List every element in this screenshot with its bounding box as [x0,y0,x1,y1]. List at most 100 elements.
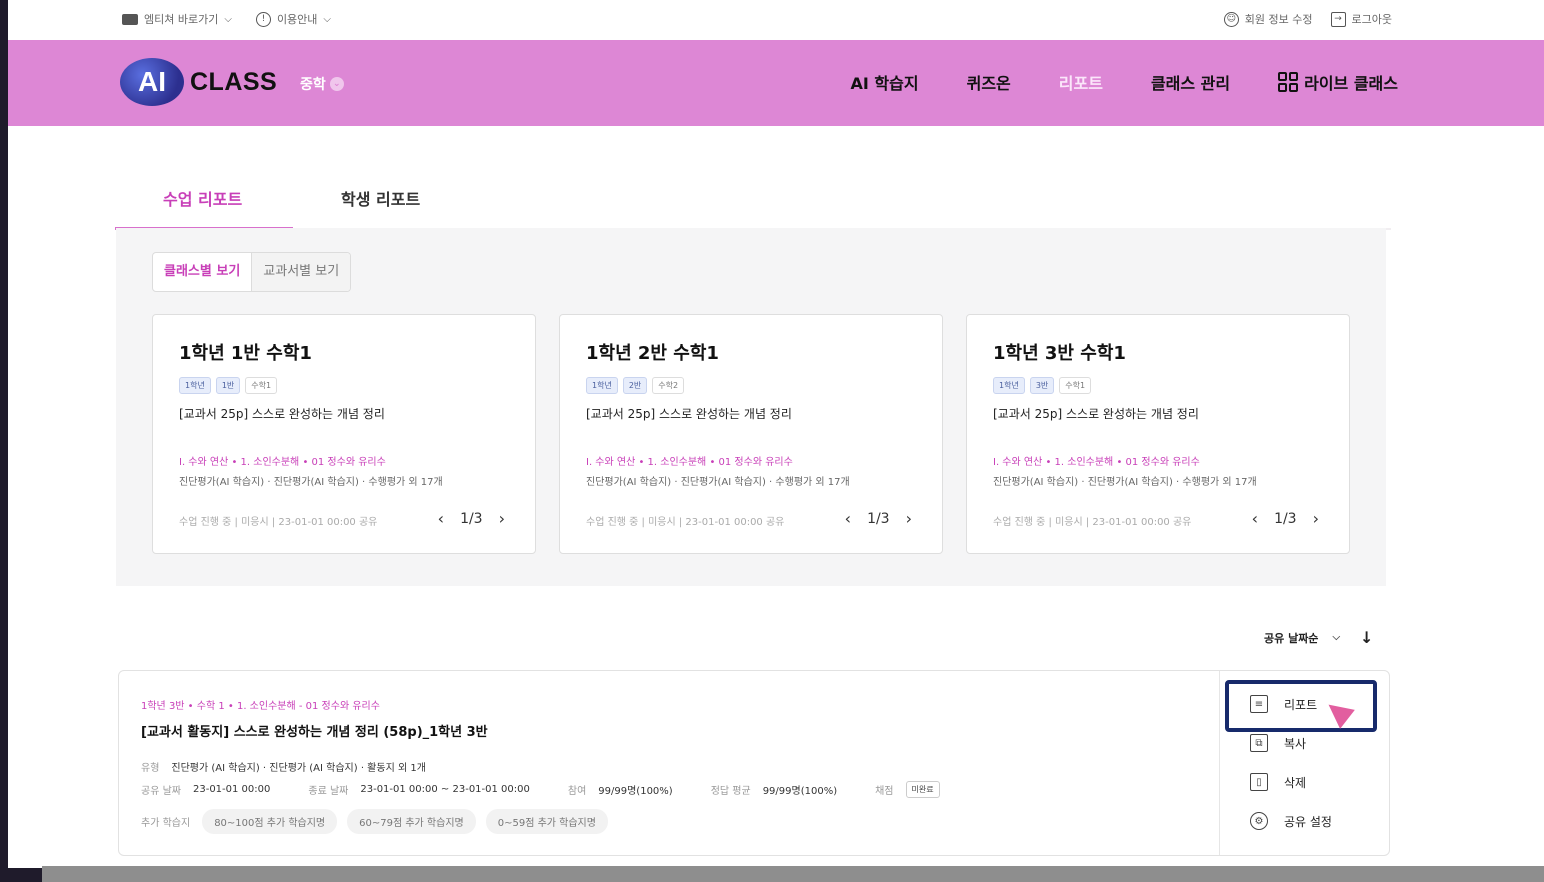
report-type-row: 유형 진단평가 (AI 학습지) · 진단평가 (AI 학습지) · 활동지 외… [141,759,426,774]
card-subtitle: [교과서 25p] 스스로 완성하는 개념 정리 [586,407,792,421]
logout-label: 로그아웃 [1351,13,1392,26]
card-assessment-types: 진단평가(AI 학습지) · 진단평가(AI 학습지) · 수행평가 외 17개 [179,477,443,488]
card-status: 수업 진행 중 | 미응시 | 23-01-01 00:00 공유 [179,517,378,528]
profile-edit-link[interactable]: ☺ 회원 정보 수정 [1223,11,1313,27]
report-title[interactable]: [교과서 활동지] 스스로 완성하는 개념 정리 (58p)_1학년 3반 [141,721,488,740]
average-label: 정답 평균 [710,786,751,797]
pager-label: 1/3 [1274,510,1297,527]
nav-quizon[interactable]: 퀴즈온 [967,70,1011,94]
card-pager: ‹ 1/3 › [1252,509,1319,528]
extra-worksheet-pill[interactable]: 60~79점 추가 학습지명 [347,809,476,834]
extra-worksheet-pill[interactable]: 80~100점 추가 학습지명 [202,809,338,834]
bottom-strip [42,866,1544,882]
tab-class-report[interactable]: 수업 리포트 [163,186,242,210]
report-path: 1학년 3반 • 수학 1 • 1. 소인수분해 - 01 정수와 유리수 [141,701,380,712]
shortcut-label: 엠티쳐 바로가기 [144,13,219,26]
card-title: 1학년 1반 수학1 [179,343,312,364]
report-meta-row: 공유 날짜 23-01-01 00:00 종료 날짜 23-01-01 00:0… [141,781,940,798]
live-grid-icon [1278,72,1299,92]
chevron-right-icon[interactable]: › [906,509,912,528]
logo-class-text: CLASS [190,67,278,96]
extra-worksheet-pill[interactable]: 0~59점 추가 학습지명 [485,809,608,834]
type-label: 유형 [141,763,160,774]
nav-report[interactable]: 리포트 [1059,70,1103,94]
share-settings-button[interactable]: ⚙ 공유 설정 [1250,812,1332,830]
card-tags: 1학년 3반 수학1 [993,377,1092,394]
report-list-item: 1학년 3반 • 수학 1 • 1. 소인수분해 - 01 정수와 유리수 [교… [118,670,1390,856]
main-nav: AI 학습지 퀴즈온 리포트 클래스 관리 라이브 클래스 [851,70,1398,94]
end-date-label: 종료 날짜 [308,786,349,797]
sort-dropdown[interactable]: 공유 날짜순 ⌵ ↓ [1264,628,1373,647]
class-tag: 3반 [1029,377,1055,394]
utility-bar: 엠티쳐 바로가기 ⌵ ! 이용안내 ⌵ ☺ 회원 정보 수정 → 로그아웃 [8,0,1544,40]
card-subtitle: [교과서 25p] 스스로 완성하는 개념 정리 [179,407,385,421]
view-by-textbook-button[interactable]: 교과서별 보기 [252,253,351,291]
type-value: 진단평가 (AI 학습지) · 진단평가 (AI 학습지) · 활동지 외 1개 [171,763,426,774]
report-tabs: 수업 리포트 학생 리포트 [115,178,1391,230]
class-card[interactable]: 1학년 3반 수학1 1학년 3반 수학1 [교과서 25p] 스스로 완성하는… [966,314,1350,554]
delete-button-label: 삭제 [1284,775,1307,790]
logout-link[interactable]: → 로그아웃 [1330,11,1392,27]
user-icon: ☺ [1223,11,1239,27]
utility-right: ☺ 회원 정보 수정 → 로그아웃 [1223,11,1392,27]
shortcut-dropdown[interactable]: 엠티쳐 바로가기 ⌵ [122,11,232,27]
info-icon: ! [255,11,271,27]
share-date-value: 23-01-01 00:00 [192,784,271,795]
subject-tag: 수학1 [245,377,278,394]
chevron-down-icon: ⌵ [323,13,332,25]
extra-worksheet-row: 추가 학습지 80~100점 추가 학습지명 60~79점 추가 학습지명 0~… [141,809,618,834]
chevron-left-icon[interactable]: ‹ [845,509,851,528]
card-pager: ‹ 1/3 › [438,509,505,528]
card-curriculum-path: Ⅰ. 수와 연산 • 1. 소인수분해 • 01 정수와 유리수 [179,457,386,468]
delete-button[interactable]: ▯ 삭제 [1250,773,1306,791]
copy-button[interactable]: ⧉ 복사 [1250,734,1306,752]
grade-tag: 1학년 [586,377,618,394]
class-card[interactable]: 1학년 2반 수학1 1학년 2반 수학2 [교과서 25p] 스스로 완성하는… [559,314,943,554]
copy-button-label: 복사 [1284,736,1307,751]
view-by-class-button[interactable]: 클래스별 보기 [153,253,253,291]
view-toggle: 클래스별 보기 교과서별 보기 [152,252,352,292]
subject-tag: 수학1 [1059,377,1092,394]
grading-label: 채점 [875,786,894,797]
nav-live-class[interactable]: 라이브 클래스 [1278,70,1398,94]
nav-live-class-label: 라이브 클래스 [1304,74,1398,93]
class-tag: 2반 [622,377,648,394]
chevron-down-icon: ⌵ [224,13,232,25]
end-date-value: 23-01-01 00:00 ~ 23-01-01 00:00 [360,784,530,795]
chevron-right-icon[interactable]: › [1313,509,1319,528]
card-curriculum-path: Ⅰ. 수와 연산 • 1. 소인수분해 • 01 정수와 유리수 [586,457,793,468]
chevron-left-icon[interactable]: ‹ [438,509,444,528]
guide-dropdown[interactable]: ! 이용안내 ⌵ [255,11,332,27]
sort-label: 공유 날짜순 [1264,631,1319,645]
chevron-down-icon: ⌵ [1332,632,1341,643]
pager-label: 1/3 [460,510,483,527]
class-card[interactable]: 1학년 1반 수학1 1학년 1반 수학1 [교과서 25p] 스스로 완성하는… [152,314,536,554]
arrow-down-icon[interactable]: ↓ [1360,628,1373,647]
chevron-right-icon[interactable]: › [499,509,505,528]
chevron-left-icon[interactable]: ‹ [1252,509,1258,528]
logo[interactable]: AI CLASS [120,58,277,106]
share-settings-label: 공유 설정 [1284,814,1332,829]
grade-select[interactable]: 중학 ⌄ [300,74,344,94]
trash-icon: ▯ [1250,773,1268,791]
share-date-label: 공유 날짜 [141,786,181,797]
utility-left: 엠티쳐 바로가기 ⌵ ! 이용안내 ⌵ [122,11,331,27]
tab-student-report[interactable]: 학생 리포트 [341,186,420,210]
grade-label: 중학 [300,77,326,93]
participation-label: 참여 [567,786,587,797]
card-status: 수업 진행 중 | 미응시 | 23-01-01 00:00 공유 [586,517,785,528]
logout-icon: → [1330,11,1346,27]
nav-ai-worksheet[interactable]: AI 학습지 [851,70,919,94]
nav-class-manage[interactable]: 클래스 관리 [1151,70,1230,94]
card-tags: 1학년 1반 수학1 [179,377,278,394]
card-assessment-types: 진단평가(AI 학습지) · 진단평가(AI 학습지) · 수행평가 외 17개 [993,477,1257,488]
participation-value: 99/99명(100%) [598,786,673,797]
class-tag: 1반 [215,377,241,394]
report-button-highlight [1225,680,1377,732]
logo-ai-badge: AI [120,58,184,106]
grade-tag: 1학년 [179,377,211,394]
grading-status-badge: 미완료 [905,781,940,798]
card-assessment-types: 진단평가(AI 학습지) · 진단평가(AI 학습지) · 수행평가 외 17개 [586,477,850,488]
average-value: 99/99명(100%) [762,786,838,797]
book-icon [122,13,138,25]
